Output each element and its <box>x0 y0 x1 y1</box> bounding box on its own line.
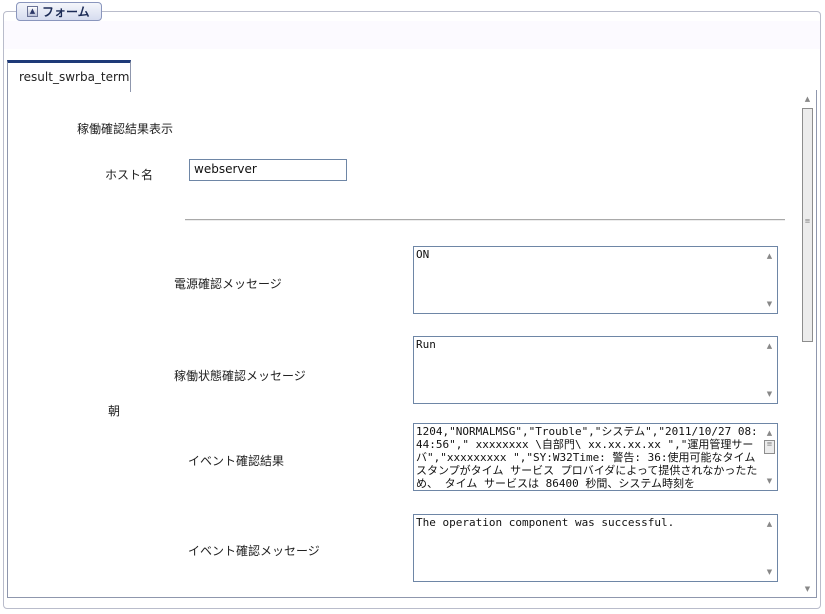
operation-status-value: Run <box>416 338 436 351</box>
power-check-scrollbar[interactable]: ▲ ▼ <box>762 247 777 313</box>
event-check-result-value: 1204,"NORMALMSG","Trouble","システム","2011/… <box>416 425 758 490</box>
time-of-day-label: 朝 <box>108 404 121 418</box>
event-check-result-label: イベント確認結果 <box>188 454 285 468</box>
operation-status-scrollbar[interactable]: ▲ ▼ <box>762 337 777 403</box>
power-check-value: ON <box>416 248 430 261</box>
operation-status-textarea[interactable]: Run ▲ ▼ <box>413 336 778 404</box>
scroll-up-icon[interactable]: ▲ <box>762 249 777 263</box>
panel-scrollbar[interactable]: ▲ ≡ ▼ <box>800 90 815 597</box>
collapse-icon[interactable]: ▲ <box>27 6 38 17</box>
tab-result-swrba-term[interactable]: result_swrba_term <box>7 60 131 92</box>
event-check-message-textarea[interactable]: The operation component was successful. … <box>413 514 778 582</box>
event-check-message-label: イベント確認メッセージ <box>188 544 320 558</box>
scroll-down-icon[interactable]: ▼ <box>762 565 777 579</box>
operation-status-label: 稼働状態確認メッセージ <box>174 369 306 383</box>
tab-panel: 稼働確認結果表示 ホスト名 webserver 朝 電源確認メッセージ ON ▲… <box>7 90 817 598</box>
form-header-band <box>4 21 820 49</box>
power-check-textarea[interactable]: ON ▲ ▼ <box>413 246 778 314</box>
section-divider <box>185 219 785 221</box>
scroll-down-icon[interactable]: ▼ <box>800 582 815 596</box>
scroll-down-icon[interactable]: ▼ <box>762 387 777 401</box>
tab-label: result_swrba_term <box>19 70 130 84</box>
host-label: ホスト名 <box>105 168 154 182</box>
host-input[interactable]: webserver <box>189 159 347 181</box>
scroll-up-icon[interactable]: ▲ <box>800 92 815 106</box>
event-check-message-scrollbar[interactable]: ▲ ▼ <box>762 515 777 581</box>
event-check-result-scrollbar[interactable]: ▲ ≡ ▼ <box>762 424 777 490</box>
scroll-up-icon[interactable]: ▲ <box>762 426 777 440</box>
scroll-up-icon[interactable]: ▲ <box>762 339 777 353</box>
scroll-thumb[interactable]: ≡ <box>802 108 813 342</box>
scroll-down-icon[interactable]: ▼ <box>762 297 777 311</box>
event-check-message-value: The operation component was successful. <box>416 516 675 529</box>
form-legend[interactable]: ▲ フォーム <box>16 2 102 21</box>
scroll-down-icon[interactable]: ▼ <box>762 474 777 488</box>
event-check-result-textarea[interactable]: 1204,"NORMALMSG","Trouble","システム","2011/… <box>413 423 778 491</box>
power-check-label: 電源確認メッセージ <box>174 277 282 291</box>
form-legend-label: フォーム <box>42 5 90 19</box>
scroll-up-icon[interactable]: ▲ <box>762 517 777 531</box>
scroll-thumb[interactable]: ≡ <box>764 440 775 454</box>
section-title: 稼働確認結果表示 <box>77 122 174 136</box>
